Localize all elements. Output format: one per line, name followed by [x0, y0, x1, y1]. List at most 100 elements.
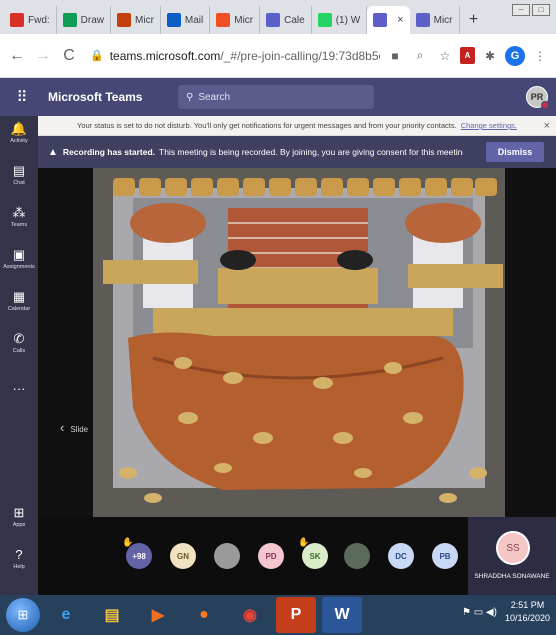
- my-initials: PR: [530, 92, 544, 102]
- tab-label: Draw: [80, 14, 105, 26]
- teams-icon: [373, 13, 388, 27]
- bookmark-star-icon[interactable]: ☆: [435, 46, 455, 66]
- teams-icon: [415, 13, 430, 27]
- search-box[interactable]: ⚲ Search: [178, 85, 374, 109]
- slide-nav[interactable]: ‹ Slide: [60, 420, 88, 435]
- participant-photo[interactable]: [344, 543, 370, 569]
- profile-avatar[interactable]: G: [505, 45, 525, 66]
- tab-label: Fwd:: [28, 14, 50, 26]
- gmail-icon: [10, 13, 24, 27]
- participant-avatar[interactable]: SK ✋: [298, 537, 328, 569]
- extensions-icon[interactable]: ✱: [480, 46, 500, 66]
- browser-menu-icon[interactable]: ⋮: [530, 46, 550, 66]
- dismiss-button[interactable]: Dismiss: [486, 142, 544, 162]
- browser-tab[interactable]: Micr: [210, 6, 261, 34]
- address-bar: ← → C 🔒 teams.microsoft.com /_#/pre-join…: [0, 34, 556, 78]
- search-placeholder: Search: [198, 91, 231, 103]
- minimize-button[interactable]: –: [512, 4, 530, 16]
- dnd-banner: Your status is set to do not disturb. Yo…: [38, 116, 556, 136]
- change-settings-link[interactable]: Change settings.: [461, 121, 517, 130]
- tab-label: Mail: [184, 14, 204, 26]
- self-name: SHRADDHA SONAWANE: [474, 573, 550, 580]
- more-icon: ···: [12, 381, 26, 396]
- recording-detail: This meeting is being recorded. By joini…: [159, 147, 463, 157]
- browser-tab[interactable]: (1) W: [312, 6, 368, 34]
- phone-icon: ✆: [13, 331, 25, 346]
- clock[interactable]: 2:51 PM 10/16/2020: [505, 599, 550, 625]
- tray-icons[interactable]: ⚑ ▭ ◀): [462, 607, 497, 618]
- meeting-stage: ‹ Slide: [38, 168, 556, 517]
- self-avatar: SS: [496, 531, 530, 565]
- rail-item-bell[interactable]: 🔔 Activity: [0, 122, 38, 145]
- file-explorer-icon[interactable]: ▤: [92, 597, 132, 633]
- participant-avatar[interactable]: DC: [388, 543, 414, 569]
- participant-photo[interactable]: [214, 543, 240, 569]
- maximize-button[interactable]: □: [532, 4, 550, 16]
- microsoft-icon: [216, 13, 231, 27]
- self-tile[interactable]: SS SHRADDHA SONAWANE: [468, 517, 556, 595]
- participant-avatar[interactable]: PD: [258, 543, 284, 569]
- raised-hand-icon: ✋: [298, 537, 310, 547]
- browser-tab[interactable]: Fwd:: [4, 6, 57, 34]
- forward-button[interactable]: →: [32, 45, 54, 67]
- url-field[interactable]: 🔒 teams.microsoft.com /_#/pre-join-calli…: [84, 41, 380, 71]
- rail-item-calendar[interactable]: ▦ Calendar: [0, 289, 38, 313]
- windows-taskbar: ⊞ e ▤ ▶ ● ◉ P W ⚑ ▭ ◀) 2:51 PM 10/16/202…: [0, 595, 556, 635]
- participant-initials: SK: [309, 551, 321, 561]
- browser-tab[interactable]: Draw: [57, 6, 112, 34]
- window-controls: – □: [512, 4, 550, 16]
- participant-initials: PB: [439, 551, 451, 561]
- my-avatar[interactable]: PR: [526, 86, 549, 109]
- new-tab-button[interactable]: +: [460, 6, 488, 34]
- slide-label: Slide: [70, 425, 89, 434]
- word-icon[interactable]: W: [322, 597, 362, 633]
- rail-label: Calls: [12, 348, 26, 354]
- participant-initials: +98: [132, 551, 146, 561]
- browser-tab[interactable]: Mail: [161, 6, 211, 34]
- browser-tab-strip: Fwd: Draw Micr Mail Micr Cale (1) W × Micr + – □: [0, 0, 556, 34]
- rail-item-apps[interactable]: ⊞ Apps: [0, 505, 38, 529]
- zoom-icon[interactable]: ⌕: [410, 46, 430, 66]
- chevron-left-icon[interactable]: ‹: [60, 420, 64, 435]
- left-app-rail: 🔔 Activity ▤ Chat ⁂ Teams ▣ Assignments ▦ Calenda…: [0, 116, 38, 595]
- recording-message: Recording has started. This meeting is be…: [63, 147, 463, 157]
- powerpoint-icon[interactable]: P: [276, 597, 316, 633]
- pdf-extension-icon[interactable]: A: [460, 47, 475, 64]
- close-tab-icon[interactable]: ×: [397, 14, 403, 26]
- tab-label: Micr: [433, 14, 453, 26]
- apps-icon: ⊞: [13, 505, 25, 520]
- close-icon[interactable]: ×: [544, 120, 550, 132]
- camera-icon[interactable]: ■: [385, 46, 405, 66]
- start-button[interactable]: ⊞: [6, 598, 40, 632]
- rail-item-teams[interactable]: ⁂ Teams: [0, 206, 38, 229]
- participant-initials: DC: [395, 551, 407, 561]
- participant-avatar[interactable]: PB: [432, 543, 458, 569]
- url-path: /_#/pre-join-calling/19:73d8b5e0e1844248…: [220, 48, 380, 63]
- rail-item-assignments[interactable]: ▣ Assignments: [0, 248, 38, 271]
- rail-label: Teams: [10, 222, 28, 228]
- forms-icon: [117, 13, 132, 27]
- back-button[interactable]: ←: [6, 45, 28, 67]
- browser-tab[interactable]: Micr: [410, 6, 460, 34]
- participant-avatar[interactable]: GN: [170, 543, 196, 569]
- browser-tab[interactable]: ×: [367, 6, 410, 34]
- firefox-icon[interactable]: ●: [184, 597, 224, 633]
- recording-title: Recording has started.: [62, 147, 156, 157]
- rail-item-chat[interactable]: ▤ Chat: [0, 164, 38, 187]
- media-player-icon[interactable]: ▶: [138, 597, 178, 633]
- calendar-icon: ▦: [12, 289, 26, 304]
- browser-tab[interactable]: Micr: [111, 6, 161, 34]
- teams-icon: [266, 13, 281, 27]
- raised-hand-icon: ✋: [122, 537, 134, 547]
- rail-label: Help: [13, 564, 25, 570]
- reload-button[interactable]: C: [58, 45, 80, 67]
- rail-item-help[interactable]: ? Help: [0, 548, 38, 571]
- internet-explorer-icon[interactable]: e: [46, 597, 86, 633]
- browser-tab[interactable]: Cale: [260, 6, 312, 34]
- chrome-icon[interactable]: ◉: [230, 597, 270, 633]
- rail-item-phone[interactable]: ✆ Calls: [0, 331, 38, 355]
- app-launcher-icon[interactable]: ⠿: [0, 88, 44, 106]
- participant-avatar[interactable]: +98 ✋: [122, 537, 152, 569]
- rail-label: Activity: [10, 138, 28, 144]
- rail-item-more[interactable]: ···: [0, 382, 38, 396]
